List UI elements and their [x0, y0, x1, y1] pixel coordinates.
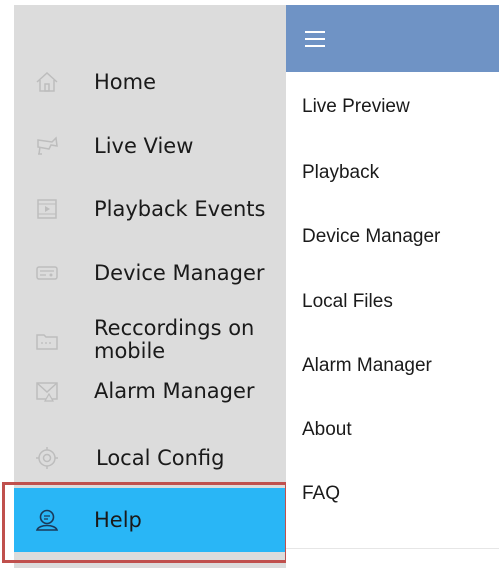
divider: [286, 548, 499, 549]
menu-item-playback[interactable]: Playback: [302, 162, 379, 184]
drawer-item-label: Local Config: [96, 445, 225, 470]
home-icon: [34, 69, 60, 95]
drawer-item-label: Reccordings on mobile: [94, 316, 255, 363]
help-icon: [34, 507, 60, 533]
menu-item-faq[interactable]: FAQ: [302, 483, 340, 505]
navigation-drawer: Home Live View Playback Events Device Ma…: [14, 5, 286, 568]
app-screen: Home Live View Playback Events Device Ma…: [0, 0, 499, 569]
drawer-item-label: Help: [94, 507, 142, 532]
device-icon: [34, 260, 60, 286]
menu-item-about[interactable]: About: [302, 419, 352, 441]
panel-header: [286, 5, 499, 72]
drawer-item-device-manager[interactable]: Device Manager: [14, 241, 286, 305]
drawer-item-live-view[interactable]: Live View: [14, 114, 286, 178]
camera-icon: [34, 133, 60, 159]
drawer-item-home[interactable]: Home: [14, 50, 286, 114]
drawer-item-help[interactable]: Help: [14, 488, 286, 552]
drawer-item-label: Alarm Manager: [94, 378, 255, 403]
hamburger-icon[interactable]: [305, 31, 325, 47]
playback-icon: [34, 196, 60, 222]
drawer-item-alarm-manager[interactable]: Alarm Manager: [14, 359, 286, 423]
alarm-icon: [34, 378, 60, 404]
drawer-item-label: Home: [94, 69, 157, 94]
menu-panel: Live Preview Playback Device Manager Loc…: [286, 5, 499, 569]
folder-icon: [34, 328, 60, 354]
drawer-item-local-config[interactable]: Local Config: [14, 426, 286, 490]
menu-item-device-manager[interactable]: Device Manager: [302, 226, 440, 248]
settings-icon: [34, 445, 60, 471]
menu-item-live-preview[interactable]: Live Preview: [302, 96, 410, 118]
menu-item-local-files[interactable]: Local Files: [302, 291, 393, 313]
drawer-item-label: Playback Events: [94, 196, 266, 221]
drawer-item-label: Device Manager: [94, 260, 265, 285]
drawer-item-playback-events[interactable]: Playback Events: [14, 177, 286, 241]
drawer-item-label: Live View: [94, 133, 194, 158]
menu-item-alarm-manager[interactable]: Alarm Manager: [302, 355, 432, 377]
